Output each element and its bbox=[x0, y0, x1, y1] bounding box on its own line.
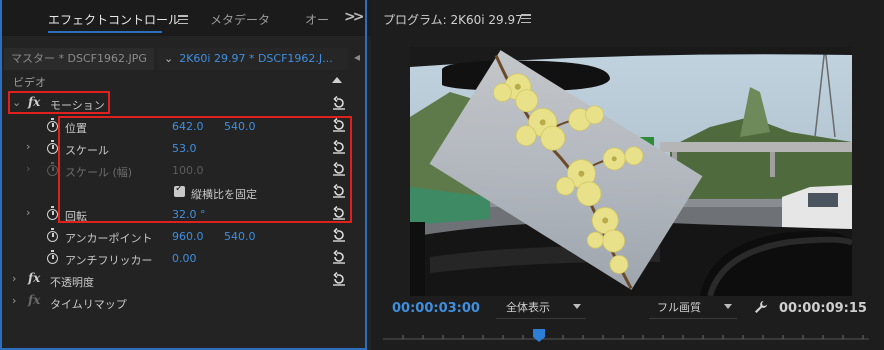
reset-icon[interactable] bbox=[332, 228, 346, 242]
chevron-right-icon[interactable]: › bbox=[12, 273, 22, 284]
stopwatch-icon[interactable] bbox=[47, 250, 58, 264]
opacity-label: 不透明度 bbox=[50, 276, 94, 289]
stopwatch-icon[interactable] bbox=[47, 118, 58, 132]
timeline-toggle-icon[interactable]: ◂ bbox=[354, 50, 360, 64]
highlight-parameters bbox=[58, 116, 352, 223]
tab-effect-controls[interactable]: エフェクトコントロール bbox=[48, 11, 180, 28]
chevron-down-icon: ⌄ bbox=[164, 52, 174, 65]
panel-tab-bar: エフェクトコントロール メタデータ オー >> bbox=[0, 0, 371, 36]
source-selector-row: マスター * DSCF1962.JPG ⌄ 2K60i 29.97 * DSCF1… bbox=[4, 46, 367, 72]
antiflicker-value[interactable]: 0.00 bbox=[172, 252, 197, 265]
highlight-motion bbox=[8, 91, 110, 114]
zoom-level-select[interactable]: 全体表示 bbox=[496, 298, 586, 319]
panel-menu-icon[interactable] bbox=[521, 14, 531, 24]
master-clip-label[interactable]: マスター * DSCF1962.JPG bbox=[4, 48, 154, 70]
program-monitor-panel: プログラム: 2K60i 29.97 00:00:03:00 全体表示 フル画質… bbox=[371, 0, 884, 350]
program-video-frame[interactable] bbox=[410, 47, 852, 296]
fx-icon[interactable]: fx bbox=[28, 271, 40, 285]
current-time[interactable]: 00:00:03:00 bbox=[392, 301, 480, 316]
chevron-down-icon bbox=[573, 304, 581, 309]
sequence-clip-label: 2K60i 29.97 * DSCF1962.J... bbox=[179, 52, 333, 65]
reset-icon[interactable] bbox=[332, 272, 346, 286]
param-row-antiflicker: アンチフリッカー 0.00 bbox=[6, 247, 359, 269]
playhead-icon[interactable] bbox=[533, 329, 545, 343]
reset-icon[interactable] bbox=[332, 96, 346, 110]
reset-icon[interactable] bbox=[332, 250, 346, 264]
tab-audio[interactable]: オー bbox=[305, 11, 329, 28]
antiflicker-label: アンチフリッカー bbox=[65, 254, 153, 267]
scroll-up-icon[interactable] bbox=[332, 77, 342, 83]
effect-row-time-remap[interactable]: › fx タイムリマップ bbox=[6, 291, 359, 313]
fx-icon: fx bbox=[28, 293, 41, 307]
effect-row-opacity[interactable]: › fx 不透明度 bbox=[6, 269, 359, 291]
time-ruler[interactable] bbox=[383, 328, 869, 340]
sequence-clip-selector[interactable]: ⌄ 2K60i 29.97 * DSCF1962.J... bbox=[158, 48, 348, 70]
anchor-x-value[interactable]: 960.0 bbox=[172, 230, 204, 243]
tab-metadata[interactable]: メタデータ bbox=[210, 11, 270, 28]
tab-overflow-icon[interactable]: >> bbox=[344, 9, 365, 25]
param-row-anchor-point: アンカーポイント 960.0 540.0 bbox=[6, 225, 359, 247]
sequence-duration: 00:00:09:15 bbox=[779, 301, 867, 316]
active-tab-indicator bbox=[48, 31, 162, 33]
chevron-right-icon[interactable]: › bbox=[26, 207, 36, 218]
stopwatch-icon bbox=[47, 162, 58, 176]
zoom-level-value: 全体表示 bbox=[506, 301, 550, 314]
chevron-right-icon[interactable]: › bbox=[12, 295, 22, 306]
stopwatch-icon[interactable] bbox=[47, 228, 58, 242]
video-section-header: ビデオ bbox=[13, 76, 46, 89]
video-frame-image bbox=[410, 47, 852, 296]
time-remap-label: タイムリマップ bbox=[50, 298, 127, 311]
anchor-point-label: アンカーポイント bbox=[65, 232, 153, 245]
chevron-down-icon bbox=[724, 304, 732, 309]
anchor-y-value[interactable]: 540.0 bbox=[224, 230, 256, 243]
stopwatch-icon[interactable] bbox=[47, 206, 58, 220]
panel-menu-icon[interactable] bbox=[178, 15, 188, 25]
program-monitor-title: プログラム: 2K60i 29.97 bbox=[383, 13, 523, 27]
wrench-icon[interactable] bbox=[754, 300, 768, 314]
playback-resolution-value: フル画質 bbox=[657, 301, 701, 314]
playback-resolution-select[interactable]: フル画質 bbox=[649, 298, 737, 319]
stopwatch-icon[interactable] bbox=[47, 140, 58, 154]
chevron-right-icon[interactable]: › bbox=[26, 141, 36, 152]
chevron-right-icon[interactable]: › bbox=[26, 163, 36, 174]
effect-controls-panel: エフェクトコントロール メタデータ オー >> マスター * DSCF1962.… bbox=[0, 0, 371, 350]
